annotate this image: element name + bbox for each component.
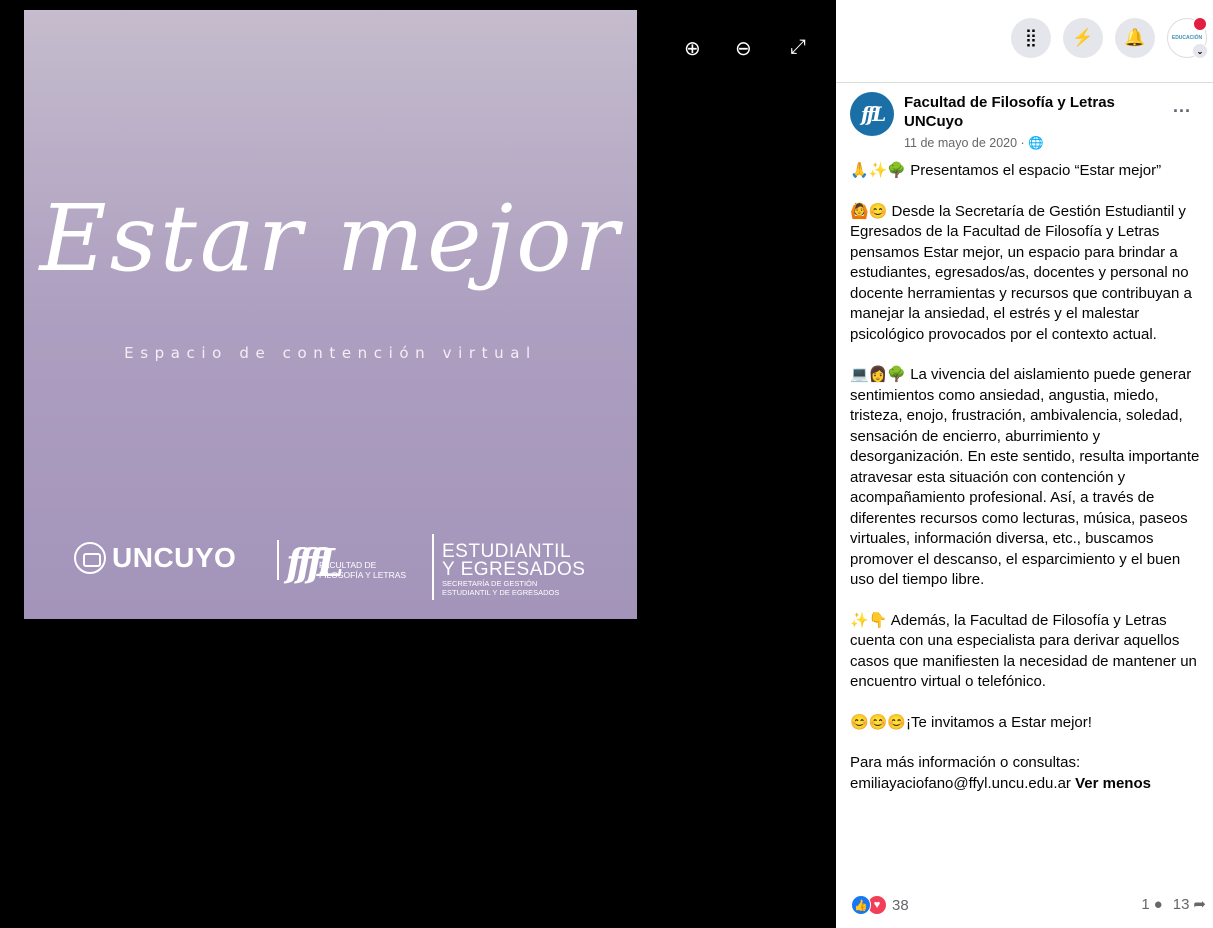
page-avatar[interactable]: ffL <box>850 92 894 136</box>
ffyl-logo-line2: FILOSOFÍA Y LETRAS <box>319 570 407 580</box>
comment-icon: ● <box>1153 895 1163 913</box>
post-paragraph: 🙏✨🌳 Presentamos el espacio “Estar mejor” <box>850 162 1162 179</box>
notifications-button[interactable]: 🔔 <box>1115 18 1155 58</box>
share-count[interactable]: 13 <box>1173 896 1190 913</box>
estudiantil-logo-line3: SECRETARÍA DE GESTIÓN <box>442 579 538 588</box>
post-paragraph: ✨👇 Además, la Facultad de Filosofía y Le… <box>850 611 1197 691</box>
uncuyo-logo: UNCUYO <box>74 542 236 574</box>
post-photo[interactable]: Estar mejor Espacio de contención virtua… <box>24 10 637 619</box>
estudiantil-logo: ESTUDIANTIL Y EGRESADOS SECRETARÍA DE GE… <box>442 542 586 597</box>
more-options-button[interactable]: ... <box>1173 96 1191 117</box>
messenger-icon: ⚡ <box>1072 28 1094 47</box>
post-paragraph: 💻👩🌳 La vivencia del aislamiento puede ge… <box>850 366 1200 588</box>
contact-email: emiliayaciofano@ffyl.uncu.edu.ar <box>850 774 1071 792</box>
share-icon: ➦ <box>1193 896 1206 913</box>
reaction-count: 38 <box>892 896 909 914</box>
top-bar: ⣿ ⚡ 🔔 EDUCACIÓN ⌄ <box>836 0 1213 83</box>
post-contact: Para más información o consultas: emilia… <box>850 753 1206 794</box>
estudiantil-logo-line4: ESTUDIANTIL Y DE EGRESADOS <box>442 588 560 597</box>
engagement-counts: 1 ● 13 ➦ <box>1141 895 1206 914</box>
like-reaction-icon: 👍 <box>851 895 871 915</box>
chevron-down-icon: ⌄ <box>1192 43 1208 59</box>
messenger-button[interactable]: ⚡ <box>1063 18 1103 58</box>
notification-dot <box>1192 16 1208 32</box>
comment-count[interactable]: 1 <box>1141 896 1149 913</box>
photo-viewer: Estar mejor Espacio de contención virtua… <box>0 0 836 928</box>
page-name-link[interactable]: Facultad de Filosofía y Letras UNCuyo <box>904 93 1124 131</box>
logo-divider <box>432 534 434 600</box>
fullscreen-icon[interactable]: ⤢ <box>790 36 806 59</box>
ffyl-logo-line1: FACULTAD DE <box>319 560 377 570</box>
bell-icon: 🔔 <box>1124 28 1146 47</box>
account-button[interactable]: EDUCACIÓN ⌄ <box>1167 16 1208 59</box>
zoom-out-icon[interactable]: ⊖ <box>735 36 752 61</box>
post-paragraph: 🙆😊 Desde la Secretaría de Gestión Estudi… <box>850 202 1192 343</box>
post-body: 🙏✨🌳 Presentamos el espacio “Estar mejor”… <box>850 161 1206 794</box>
logo-divider <box>277 540 279 580</box>
reactions-summary[interactable]: 👍 ♥ 38 <box>851 895 909 915</box>
estudiantil-logo-line2: Y EGRESADOS <box>442 559 586 580</box>
post-date[interactable]: 11 de mayo de 2020 · 🌐 <box>904 136 1044 151</box>
image-subtitle: Espacio de contención virtual <box>124 344 537 362</box>
contact-line: Para más información o consultas: <box>850 754 1081 771</box>
menu-button[interactable]: ⣿ <box>1011 18 1051 58</box>
uncuyo-seal-icon <box>74 542 106 574</box>
account-avatar: EDUCACIÓN <box>1171 35 1203 41</box>
post-sidebar: ⣿ ⚡ 🔔 EDUCACIÓN ⌄ ffL Facultad de Filoso… <box>836 0 1213 928</box>
uncuyo-logo-text: UNCUYO <box>112 542 237 573</box>
zoom-in-icon[interactable]: ⊕ <box>684 36 701 61</box>
image-logos: UNCUYO fffL FACULTAD DE FILOSOFÍA Y LETR… <box>74 532 634 602</box>
ffyl-logo-text: FACULTAD DE FILOSOFÍA Y LETRAS <box>319 560 406 580</box>
post-paragraph: 😊😊😊¡Te invitamos a Estar mejor! <box>850 713 1092 731</box>
menu-grid-icon: ⣿ <box>1024 28 1038 47</box>
image-title: Estar mejor <box>39 185 622 292</box>
see-less-link[interactable]: Ver menos <box>1075 775 1151 792</box>
